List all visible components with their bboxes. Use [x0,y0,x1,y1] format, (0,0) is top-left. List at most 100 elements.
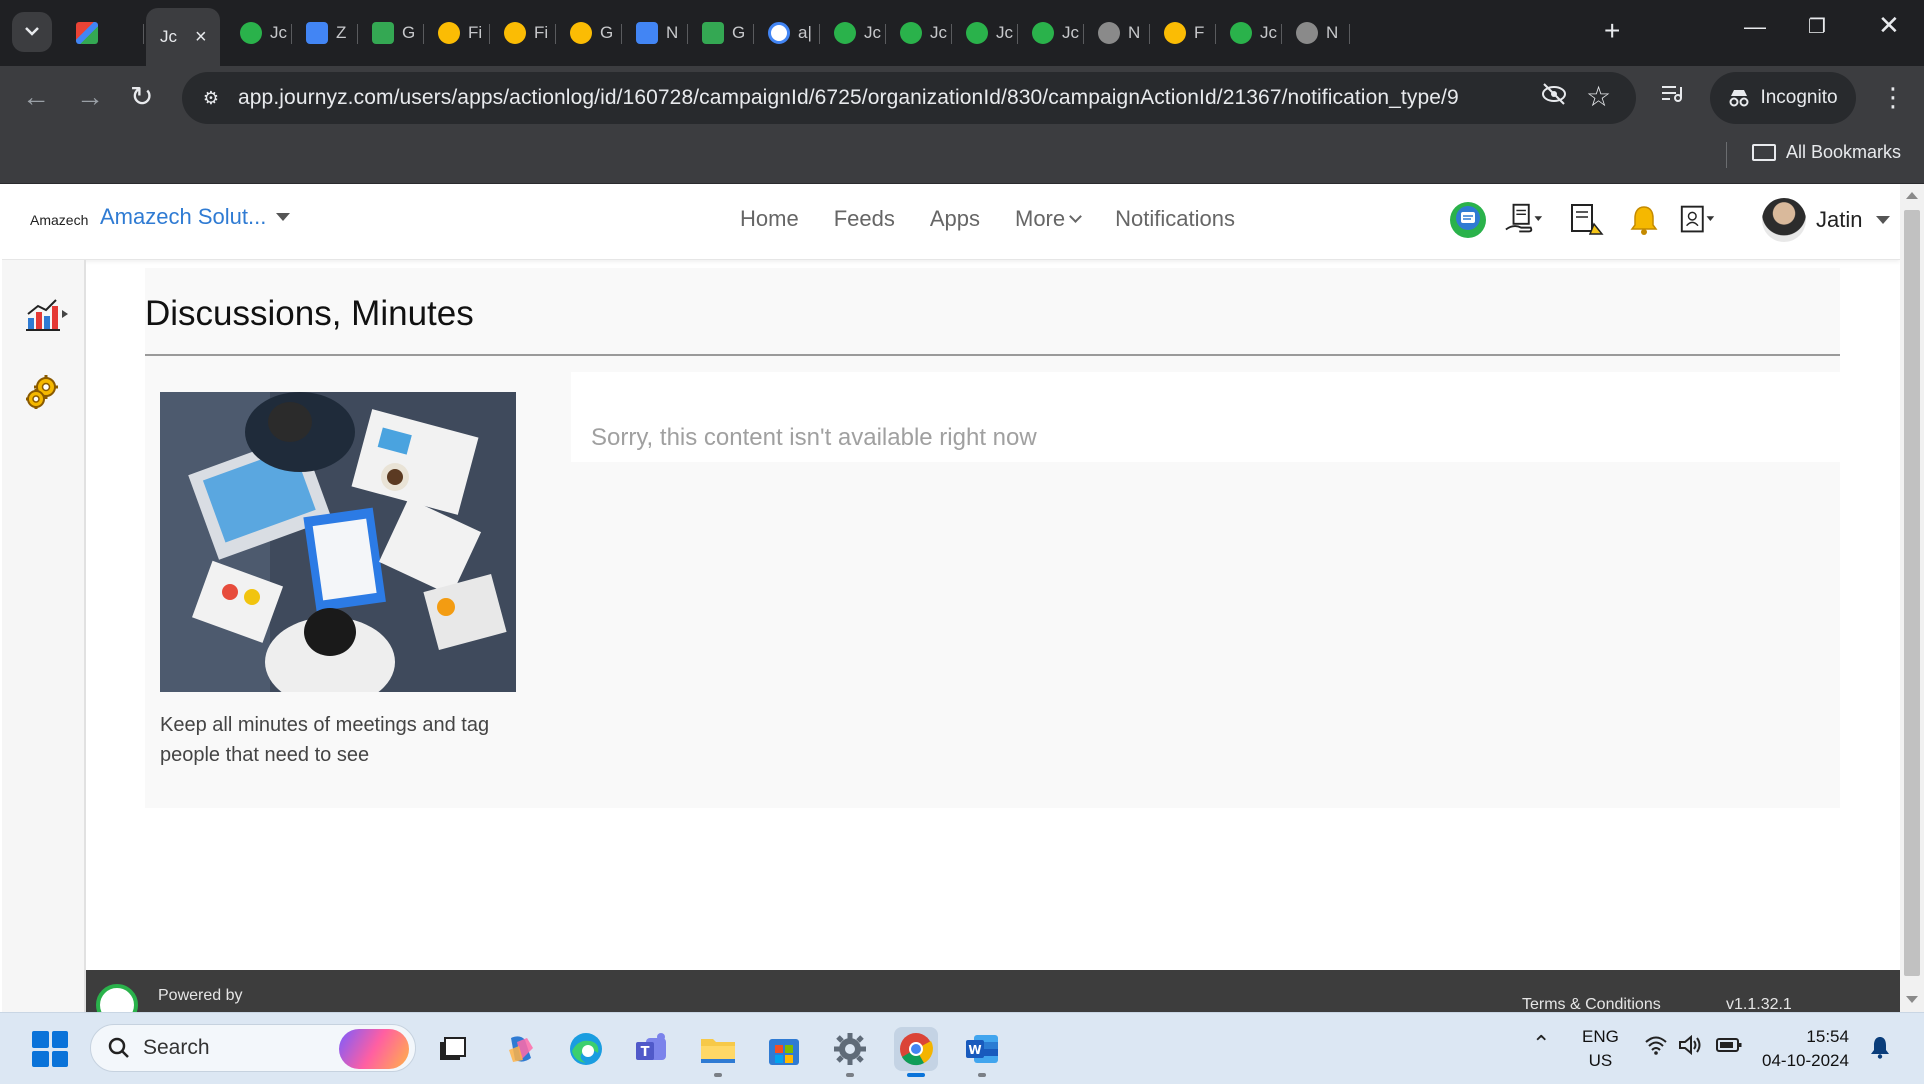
volume-icon[interactable] [1678,1034,1704,1060]
page-scrollbar[interactable] [1900,184,1924,1012]
nav-notifications[interactable]: Notifications [1115,206,1235,232]
browser-tab[interactable]: Jc [886,12,952,54]
bell-icon[interactable] [1624,200,1664,240]
browser-tab[interactable] [62,12,144,54]
journyz-icon [1032,22,1054,44]
contact-card-icon[interactable] [1678,200,1718,240]
eye-off-icon[interactable] [1540,82,1568,113]
incognito-badge[interactable]: Incognito [1710,72,1856,124]
document-alert-icon[interactable] [1566,200,1606,240]
browser-tab[interactable]: G [688,12,754,54]
browser-tab[interactable]: Z [292,12,358,54]
bookmark-bar: All Bookmarks [0,130,1924,184]
region-code: US [1588,1051,1613,1070]
page-title: Discussions, Minutes [145,294,474,333]
journyz-icon [834,22,856,44]
windows-start-icon[interactable] [32,1031,68,1067]
site-settings-icon[interactable]: ⚙ [198,85,224,111]
scroll-down-icon[interactable] [1906,996,1918,1003]
org-switcher[interactable]: Amazech Solut... [100,204,291,230]
language-indicator[interactable]: ENG US [1582,1025,1619,1073]
tab-search-button[interactable] [12,12,52,52]
word-icon[interactable]: W [960,1027,1004,1071]
forward-icon[interactable]: → [76,80,104,114]
browser-tab[interactable]: Jc [1018,12,1084,54]
browser-tab[interactable]: Jc × [146,8,220,66]
docs-icon [636,22,658,44]
tab-title: a| [798,23,812,42]
avatar [1762,198,1806,242]
nav-home[interactable]: Home [740,206,799,232]
browser-tab[interactable]: N [1282,12,1350,54]
browser-tab[interactable]: Jc [820,12,886,54]
tab-title: Jc [1062,23,1079,42]
terms-link[interactable]: Terms & Conditions [1522,996,1661,1012]
tab-title: Jc [864,23,881,42]
tab-title: G [600,23,614,42]
edge-icon[interactable] [564,1027,608,1071]
tab-title: Jc [160,27,177,46]
browser-tab[interactable]: Jc [952,12,1018,54]
browser-tab[interactable]: G [556,12,622,54]
battery-icon[interactable] [1716,1037,1742,1058]
scroll-up-icon[interactable] [1906,192,1918,199]
incognito-label: Incognito [1760,87,1838,108]
address-bar[interactable]: ⚙ app.journyz.com/users/apps/actionlog/i… [182,72,1636,124]
browser-tab[interactable]: N [1084,12,1150,54]
tab-title: Jc [1260,23,1277,42]
browser-tab[interactable]: F [1150,12,1216,54]
scroll-thumb[interactable] [1904,210,1920,976]
browser-tab-bar: Jc × Jc Z G Fi Fi G N Ga| Jc Jc Jc Jc N F Jc N + — ❐ ✕ [0,0,1924,66]
nav-apps[interactable]: Apps [930,206,980,232]
bookmark-star-icon[interactable]: ☆ [1586,80,1611,113]
close-window-icon[interactable]: ✕ [1878,10,1900,41]
url-text[interactable]: app.journyz.com/users/apps/actionlog/id/… [238,86,1459,110]
svg-text:W: W [968,1043,981,1057]
settings-gears-icon[interactable] [24,372,66,414]
microsoft-store-icon[interactable] [762,1027,806,1071]
nav-more[interactable]: More [1015,206,1082,232]
file-explorer-icon[interactable] [696,1027,740,1071]
wifi-icon[interactable] [1644,1035,1668,1060]
new-tab-button[interactable]: + [1604,16,1620,46]
teams-icon[interactable]: T [630,1027,674,1071]
browser-tab[interactable]: a| [754,12,820,54]
close-tab-icon[interactable]: × [195,26,207,49]
back-icon[interactable]: ← [22,80,50,114]
restore-icon[interactable]: ❐ [1808,14,1826,39]
chevron-up-icon[interactable]: ⌃ [1532,1031,1550,1057]
notification-bell-icon[interactable] [1870,1035,1890,1064]
nav-more-label: More [1015,206,1066,231]
copilot-icon[interactable] [498,1027,542,1071]
meeting-image [160,392,516,692]
browser-tab[interactable]: Jc [1216,12,1282,54]
browser-tab[interactable]: Fi [424,12,490,54]
globe-icon [1098,22,1120,44]
user-menu[interactable]: Jatin [1762,198,1891,242]
browser-tab[interactable]: G [358,12,424,54]
browser-tab[interactable]: Jc [226,12,292,54]
browser-tab[interactable]: N [622,12,688,54]
sidebar [2,260,86,1012]
all-bookmarks-button[interactable]: All Bookmarks [1752,142,1901,163]
running-indicator [978,1073,986,1077]
media-control-icon[interactable] [1660,82,1684,110]
nav-feeds[interactable]: Feeds [834,206,895,232]
drive-icon [570,22,592,44]
task-view-icon[interactable] [430,1027,474,1071]
taskbar-search[interactable]: Search [90,1024,416,1072]
settings-icon[interactable] [828,1027,872,1071]
chrome-icon[interactable] [894,1027,938,1071]
chat-icon[interactable] [1448,200,1488,240]
caret-down-icon [276,213,291,221]
reload-icon[interactable]: ↻ [130,80,153,114]
tab-title: Jc [996,23,1013,42]
minimize-icon[interactable]: — [1744,14,1766,40]
app-footer: Powered by Terms & Conditions v1.1.32.1 [86,970,1900,1012]
clock[interactable]: 15:54 04-10-2024 [1762,1025,1849,1073]
meet-icon [702,22,724,44]
more-menu-icon[interactable]: ⋮ [1880,80,1906,114]
browser-tab[interactable]: Fi [490,12,556,54]
task-hand-icon[interactable] [1504,200,1544,240]
analytics-chart-icon[interactable] [24,294,68,336]
